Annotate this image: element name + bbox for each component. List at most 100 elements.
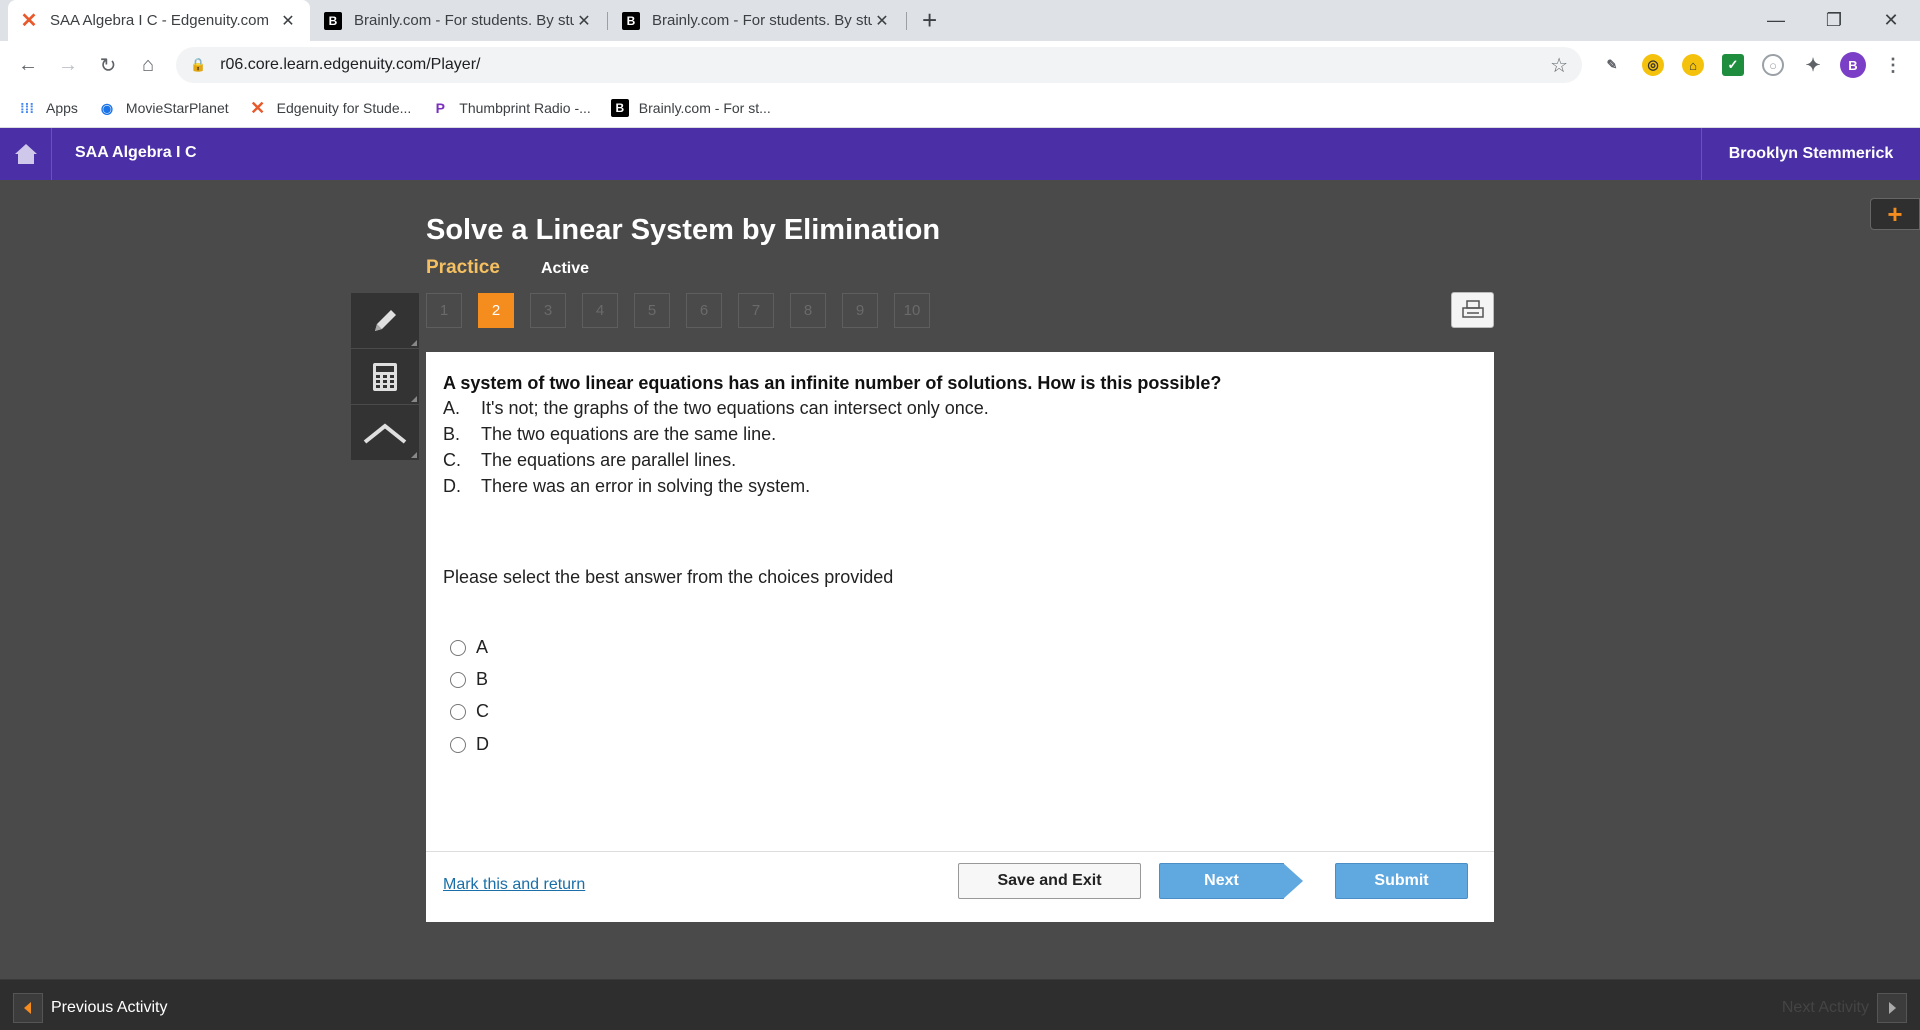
question-number-6[interactable]: 6	[686, 293, 722, 328]
choice-letter: A.	[443, 398, 461, 418]
brainly-icon: B	[610, 99, 629, 117]
choice-b: B. The two equations are the same line.	[443, 424, 776, 445]
next-arrow-icon	[1877, 993, 1907, 1023]
next-activity-button[interactable]: Next Activity	[1782, 993, 1907, 1023]
lock-icon: 🔒	[190, 57, 207, 72]
bookmark-edgenuity[interactable]: ✕ Edgenuity for Stude...	[249, 97, 412, 118]
next-button-label: Next	[1204, 872, 1239, 889]
answer-option-a[interactable]: A	[450, 637, 488, 658]
question-text: A system of two linear equations has an …	[443, 373, 1222, 393]
extensions-puzzle-icon[interactable]: ✦	[1802, 54, 1824, 76]
close-icon[interactable]: ✕	[278, 11, 298, 31]
print-button[interactable]	[1451, 292, 1494, 328]
bookmark-brainly[interactable]: B Brainly.com - For st...	[610, 99, 771, 117]
question-number-4[interactable]: 4	[582, 293, 618, 328]
bookmark-star-icon[interactable]: ☆	[1550, 53, 1568, 78]
extension-check-icon[interactable]: ✓	[1722, 54, 1744, 76]
question-number-5[interactable]: 5	[634, 293, 670, 328]
menu-kebab-icon[interactable]: ⋮	[1882, 54, 1904, 76]
browser-tab-strip: ✕ SAA Algebra I C - Edgenuity.com ✕ B Br…	[0, 0, 1920, 41]
bookmark-label: MovieStarPlanet	[125, 100, 229, 116]
previous-activity-button[interactable]: Previous Activity	[13, 993, 167, 1023]
tab-edgenuity[interactable]: ✕ SAA Algebra I C - Edgenuity.com ✕	[8, 0, 310, 41]
question-number-9[interactable]: 9	[842, 293, 878, 328]
address-bar[interactable]: 🔒 r06.core.learn.edgenuity.com/Player/ ☆	[176, 47, 1582, 83]
window-close-icon[interactable]: ✕	[1862, 0, 1920, 41]
next-arrow-icon	[1283, 863, 1303, 899]
option-label: C	[476, 701, 489, 721]
new-tab-icon[interactable]: +	[922, 6, 937, 34]
home-icon[interactable]: ⌂	[134, 51, 162, 79]
browser-toolbar: ← → ↻ ⌂ 🔒 r06.core.learn.edgenuity.com/P…	[0, 41, 1920, 89]
extension-home-icon[interactable]: ⌂	[1682, 54, 1704, 76]
choice-d: D. There was an error in solving the syst…	[443, 476, 810, 497]
previous-arrow-icon	[13, 993, 43, 1023]
radio-button[interactable]	[450, 639, 466, 656]
tab-brainly-2[interactable]: B Brainly.com - For students. By stu ✕	[610, 0, 904, 41]
apps-grid-icon: ⁞⁞⁞	[20, 100, 34, 116]
tab-title: SAA Algebra I C - Edgenuity.com	[50, 12, 270, 29]
bookmark-label: Apps	[46, 100, 78, 116]
bookmark-label: Edgenuity for Stude...	[276, 100, 412, 116]
brainly-icon: B	[622, 11, 640, 30]
choice-text: There was an error in solving the system…	[481, 476, 811, 496]
bookmark-thumbprint-radio[interactable]: P Thumbprint Radio -...	[431, 99, 591, 117]
pencil-tool-button[interactable]	[351, 293, 419, 349]
home-button[interactable]	[0, 128, 52, 180]
previous-activity-label: Previous Activity	[51, 999, 168, 1016]
question-number-2[interactable]: 2	[478, 293, 514, 328]
save-and-exit-button[interactable]: Save and Exit	[958, 863, 1141, 899]
activity-type: Practice	[426, 257, 500, 278]
app-header: SAA Algebra I C Brooklyn Stemmerick	[0, 128, 1920, 180]
tab-divider	[906, 12, 907, 30]
question-number-10[interactable]: 10	[894, 293, 930, 328]
activity-status: Active	[541, 260, 590, 277]
tool-panel	[351, 293, 419, 461]
reload-icon[interactable]: ↻	[94, 51, 122, 79]
radio-button[interactable]	[450, 671, 466, 688]
minimize-icon[interactable]: —	[1747, 0, 1805, 41]
close-icon[interactable]: ✕	[574, 11, 594, 31]
answer-option-c[interactable]: C	[450, 701, 489, 722]
user-name[interactable]: Brooklyn Stemmerick	[1701, 128, 1920, 180]
mark-and-return-link[interactable]: Mark this and return	[443, 876, 585, 894]
edgenuity-icon: ✕	[250, 97, 266, 118]
question-number-1[interactable]: 1	[426, 293, 462, 328]
question-number-7[interactable]: 7	[738, 293, 774, 328]
moviestarplanet-icon: ◉	[100, 99, 114, 116]
print-icon	[1461, 300, 1484, 318]
next-button[interactable]: Next	[1159, 863, 1304, 899]
choice-c: C. The equations are parallel lines.	[443, 450, 736, 471]
bookmark-moviestarplanet[interactable]: ◉ MovieStarPlanet	[98, 99, 229, 117]
url-text: r06.core.learn.edgenuity.com/Player/	[220, 56, 481, 73]
choice-letter: B.	[443, 424, 461, 444]
question-number-3[interactable]: 3	[530, 293, 566, 328]
bookmark-apps[interactable]: ⁞⁞⁞ Apps	[18, 99, 78, 117]
home-icon	[14, 144, 37, 164]
chevron-up-icon	[363, 422, 407, 444]
tab-brainly-1[interactable]: B Brainly.com - For students. By stu ✕	[312, 0, 606, 41]
expand-plus-button[interactable]: +	[1870, 198, 1920, 230]
pandora-icon: P	[435, 100, 445, 116]
profile-avatar[interactable]: B	[1840, 52, 1866, 78]
radio-button[interactable]	[450, 736, 466, 753]
extension-search-icon[interactable]: ◎	[1642, 54, 1664, 76]
extension-icon[interactable]: ✎	[1601, 54, 1623, 76]
collapse-tool-button[interactable]	[351, 405, 419, 461]
extension-circle-icon[interactable]: ○	[1762, 54, 1784, 76]
radio-button[interactable]	[450, 703, 466, 720]
calculator-tool-button[interactable]	[351, 349, 419, 405]
choice-letter: D.	[443, 476, 461, 496]
choice-text: The two equations are the same line.	[481, 424, 777, 444]
answer-option-d[interactable]: D	[450, 734, 489, 755]
question-number-8[interactable]: 8	[790, 293, 826, 328]
tab-title: Brainly.com - For students. By stu	[652, 12, 872, 29]
answer-option-b[interactable]: B	[450, 669, 488, 690]
restore-icon[interactable]: ❐	[1805, 0, 1863, 41]
forward-icon[interactable]: →	[54, 51, 82, 79]
submit-button[interactable]: Submit	[1335, 863, 1468, 899]
close-icon[interactable]: ✕	[872, 11, 892, 31]
back-icon[interactable]: ←	[14, 51, 42, 79]
choice-letter: C.	[443, 450, 461, 470]
question-nav: 1 2 3 4 5 6 7 8 9 10	[426, 293, 946, 328]
